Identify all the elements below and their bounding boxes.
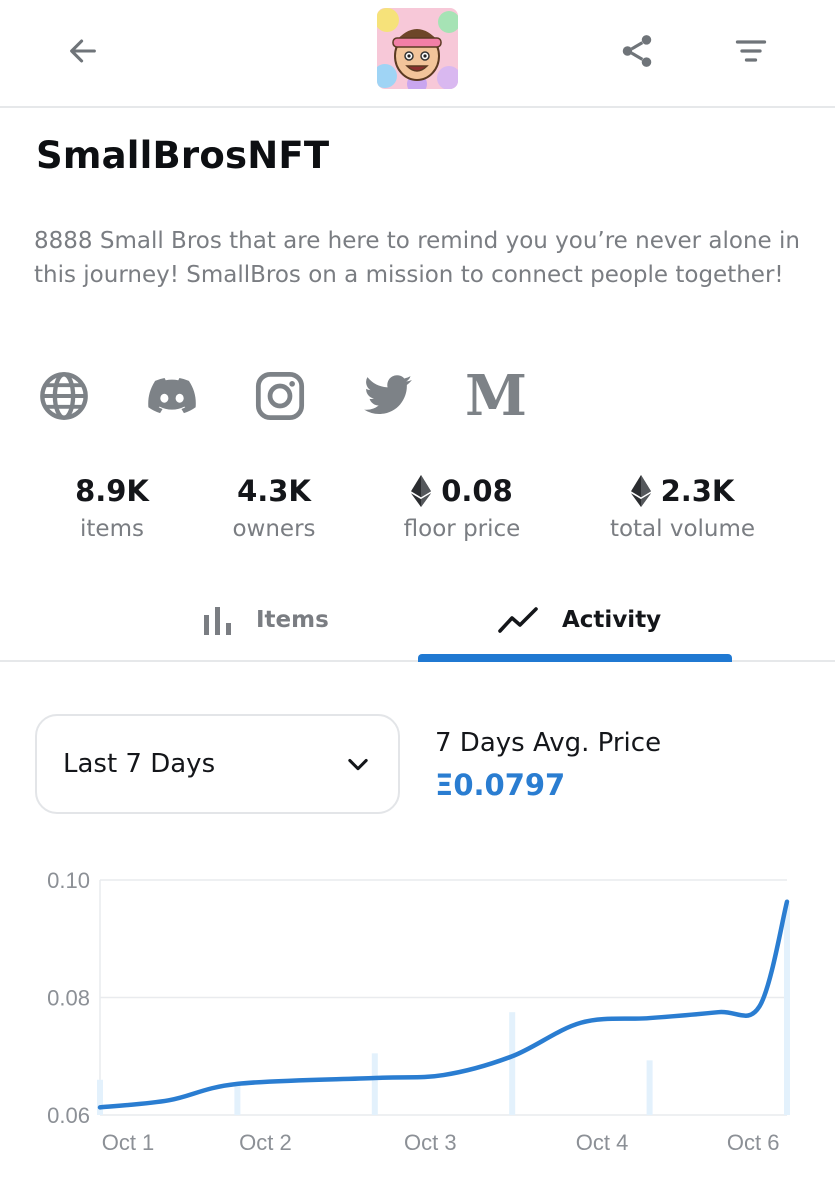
x-tick-label: Oct 2	[239, 1130, 292, 1155]
tab-items-label: Items	[256, 607, 329, 633]
x-tick-label: Oct 6	[727, 1130, 780, 1155]
x-tick-label: Oct 1	[102, 1130, 155, 1155]
instagram-icon	[255, 371, 305, 421]
back-button[interactable]	[60, 28, 106, 74]
volume-bar	[234, 1085, 241, 1115]
chevron-down-icon	[348, 758, 368, 771]
y-tick-label: 0.08	[47, 986, 90, 1011]
globe-icon	[40, 372, 88, 420]
volume-bar	[97, 1079, 103, 1115]
share-icon	[622, 35, 652, 67]
tab-activity[interactable]: Activity	[498, 580, 661, 660]
stat-owners: 4.3K owners	[214, 472, 334, 542]
share-button[interactable]	[614, 28, 660, 74]
y-tick-label: 0.10	[47, 868, 90, 893]
stat-floor-price-value: 0.08	[441, 474, 513, 508]
price-chart: 0.10 0.08 0.06 Oct 1 Oct 2 Oct 3 Oct 4 Oct 6	[47, 868, 790, 1155]
trending-line-icon	[498, 607, 538, 633]
volume-bar	[371, 1053, 378, 1115]
ethereum-icon	[630, 475, 651, 507]
discord-link[interactable]	[144, 368, 200, 424]
stat-items-label: items	[80, 516, 144, 542]
time-range-selected: Last 7 Days	[63, 749, 216, 779]
time-range-dropdown[interactable]: Last 7 Days	[35, 714, 400, 814]
volume-bar	[509, 1012, 516, 1115]
collection-description: 8888 Small Bros that are here to remind …	[34, 228, 800, 288]
tab-activity-label: Activity	[562, 607, 662, 633]
volume-bar	[646, 1060, 653, 1115]
twitter-icon	[364, 375, 412, 414]
volume-bar	[784, 903, 790, 1115]
active-tab-indicator	[418, 654, 732, 662]
avg-price-label: 7 Days Avg. Price	[435, 728, 662, 758]
stat-total-volume: 2.3K total volume	[600, 472, 765, 542]
price-line	[97, 899, 790, 1110]
collection-avatar	[377, 8, 458, 89]
x-tick-label: Oct 4	[576, 1130, 629, 1155]
tab-bar: Items Activity	[0, 580, 835, 662]
y-tick-label: 0.06	[47, 1103, 90, 1128]
stat-floor-price: 0.08 floor price	[392, 472, 532, 542]
twitter-link[interactable]	[360, 368, 416, 424]
discord-icon	[148, 378, 196, 414]
stat-total-volume-value: 2.3K	[660, 474, 735, 508]
stat-floor-price-label: floor price	[403, 516, 521, 542]
top-bar	[0, 0, 835, 108]
stat-total-volume-label: total volume	[609, 516, 756, 542]
stat-items-value: 8.9K	[75, 474, 149, 508]
stat-items: 8.9K items	[52, 472, 172, 542]
stat-owners-label: owners	[232, 516, 316, 542]
bar-chart-icon	[204, 607, 231, 635]
stat-owners-value: 4.3K	[237, 474, 311, 508]
medium-link[interactable]: M	[465, 363, 527, 429]
medium-icon: M	[465, 363, 527, 429]
website-link[interactable]	[36, 368, 92, 424]
ethereum-icon	[411, 475, 432, 507]
collection-title: SmallBrosNFT	[36, 134, 330, 177]
x-tick-label: Oct 3	[404, 1130, 457, 1155]
avg-price-value: Ξ0.0797	[435, 768, 566, 802]
arrow-left-icon	[70, 39, 96, 63]
instagram-link[interactable]	[252, 368, 308, 424]
tab-items[interactable]: Items	[202, 580, 329, 660]
filter-icon	[735, 40, 767, 62]
filter-button[interactable]	[728, 28, 774, 74]
